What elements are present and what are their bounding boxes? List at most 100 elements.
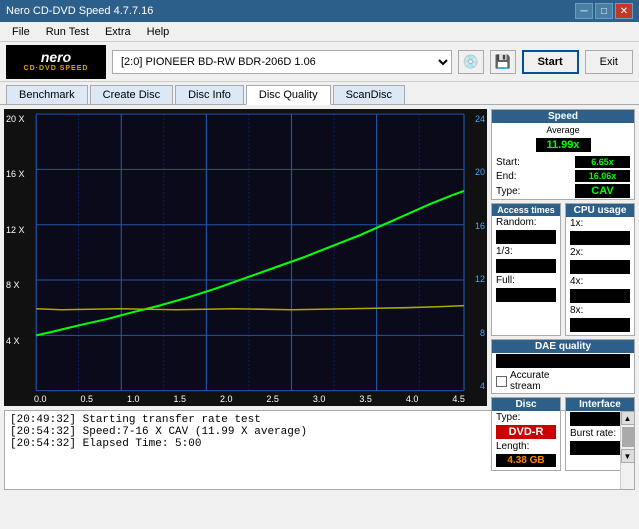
scroll-down-button[interactable]: ▼ xyxy=(621,449,635,463)
random-row: Random: xyxy=(492,216,560,229)
middle-sections: Access times Random: 1/3: Full: xyxy=(491,203,635,336)
log-entry-2: [20:54:32] Elapsed Time: 5:00 xyxy=(10,438,615,450)
scroll-up-button[interactable]: ▲ xyxy=(621,411,635,425)
disc-label: Disc xyxy=(492,398,560,411)
window-title: Nero CD-DVD Speed 4.7.7.16 xyxy=(6,5,153,17)
type-label: Type: xyxy=(496,186,520,197)
right-panel: Speed Average 11.99x Start: 6.65x End: 1… xyxy=(491,105,639,410)
log-text-1: Speed:7-16 X CAV (11.99 X average) xyxy=(83,426,307,438)
full-value xyxy=(496,288,556,302)
menu-run-test[interactable]: Run Test xyxy=(38,24,97,40)
y-label-8: 8 X xyxy=(6,280,30,290)
start-row: Start: 6.65x xyxy=(492,155,634,169)
cpu-8x-row: 8x: xyxy=(566,304,634,317)
x-label-40: 4.0 xyxy=(406,394,419,404)
dae-label: DAE quality xyxy=(492,340,634,353)
drive-selector[interactable]: [2:0] PIONEER BD-RW BDR-206D 1.06 xyxy=(112,50,452,74)
log-entry-0: [20:49:32] Starting transfer rate test xyxy=(10,414,615,426)
start-label: Start: xyxy=(496,157,520,168)
full-row: Full: xyxy=(492,274,560,287)
disc-icon-button[interactable]: 💿 xyxy=(458,50,484,74)
chart-svg xyxy=(4,109,487,406)
maximize-button[interactable]: □ xyxy=(595,3,613,19)
log-scrollbar[interactable]: ▲ ▼ xyxy=(620,411,634,489)
log-text-2: Elapsed Time: 5:00 xyxy=(83,438,202,450)
log-text-0: Starting transfer rate test xyxy=(83,414,261,426)
y-label-16: 16 X xyxy=(6,169,30,179)
start-button[interactable]: Start xyxy=(522,50,579,74)
y-label-12: 12 X xyxy=(6,225,30,235)
cpu-1x-label: 1x: xyxy=(570,218,583,229)
save-icon-button[interactable]: 💾 xyxy=(490,50,516,74)
dae-value xyxy=(496,354,630,368)
random-value xyxy=(496,230,556,244)
cpu-8x-value xyxy=(570,318,630,332)
x-label-05: 0.5 xyxy=(80,394,93,404)
tab-benchmark[interactable]: Benchmark xyxy=(6,85,88,104)
end-value: 16.06x xyxy=(575,170,630,182)
tab-create-disc[interactable]: Create Disc xyxy=(90,85,173,104)
y-right-20: 20 xyxy=(469,167,485,177)
y-right-24: 24 xyxy=(469,114,485,124)
random-label: Random: xyxy=(496,217,537,228)
y-label-4: 4 X xyxy=(6,336,30,346)
x-label-15: 1.5 xyxy=(173,394,186,404)
title-bar: Nero CD-DVD Speed 4.7.7.16 ─ □ ✕ xyxy=(0,0,639,22)
x-label-35: 3.5 xyxy=(359,394,372,404)
average-value: 11.99x xyxy=(536,138,591,152)
one-third-label: 1/3: xyxy=(496,246,513,257)
y-right-12: 12 xyxy=(469,274,485,284)
exit-button[interactable]: Exit xyxy=(585,50,633,74)
cpu-4x-row: 4x: xyxy=(566,275,634,288)
accurate-stream-checkbox[interactable] xyxy=(496,376,507,387)
y-axis-left: 20 X 16 X 12 X 8 X 4 X xyxy=(4,109,32,406)
menu-extra[interactable]: Extra xyxy=(97,24,139,40)
toolbar: nero CD·DVD SPEED [2:0] PIONEER BD-RW BD… xyxy=(0,42,639,82)
one-third-row: 1/3: xyxy=(492,245,560,258)
y-axis-right: 24 20 16 12 8 4 xyxy=(467,109,487,406)
close-button[interactable]: ✕ xyxy=(615,3,633,19)
one-third-value xyxy=(496,259,556,273)
main-content: 20 X 16 X 12 X 8 X 4 X 24 20 16 12 8 4 0… xyxy=(0,105,639,410)
cpu-section: CPU usage 1x: 2x: 4x: xyxy=(565,203,635,336)
cpu-4x-label: 4x: xyxy=(570,276,583,287)
x-axis: 0.0 0.5 1.0 1.5 2.0 2.5 3.0 3.5 4.0 4.5 xyxy=(32,391,467,406)
cpu-4x-value xyxy=(570,289,630,303)
x-label-20: 2.0 xyxy=(220,394,233,404)
tab-disc-info[interactable]: Disc Info xyxy=(175,85,244,104)
log-entry-1: [20:54:32] Speed:7-16 X CAV (11.99 X ave… xyxy=(10,426,615,438)
x-label-30: 3.0 xyxy=(313,394,326,404)
y-right-16: 16 xyxy=(469,221,485,231)
cpu-1x-row: 1x: xyxy=(566,217,634,230)
cpu-8x-label: 8x: xyxy=(570,305,583,316)
tab-scandisc[interactable]: ScanDisc xyxy=(333,85,405,104)
y-right-8: 8 xyxy=(469,328,485,338)
interface-label: Interface xyxy=(566,398,634,411)
minimize-button[interactable]: ─ xyxy=(575,3,593,19)
menu-file[interactable]: File xyxy=(4,24,38,40)
chart-area: 20 X 16 X 12 X 8 X 4 X 24 20 16 12 8 4 0… xyxy=(4,109,487,406)
y-right-4: 4 xyxy=(469,381,485,391)
logo-sub: CD·DVD SPEED xyxy=(24,65,89,73)
average-label: Average xyxy=(492,123,634,137)
speed-label: Speed xyxy=(492,110,634,123)
y-label-20: 20 X xyxy=(6,114,30,124)
accurate-stream-row: Accurate stream xyxy=(492,369,634,393)
start-value: 6.65x xyxy=(575,156,630,168)
type-value: CAV xyxy=(575,184,630,198)
log-time-2: [20:54:32] xyxy=(10,438,76,450)
x-label-25: 2.5 xyxy=(266,394,279,404)
cpu-1x-value xyxy=(570,231,630,245)
window-controls: ─ □ ✕ xyxy=(575,3,633,19)
access-section: Access times Random: 1/3: Full: xyxy=(491,203,561,336)
tab-disc-quality[interactable]: Disc Quality xyxy=(246,85,331,105)
log-time-0: [20:49:32] xyxy=(10,414,76,426)
x-label-10: 1.0 xyxy=(127,394,140,404)
app-logo: nero CD·DVD SPEED xyxy=(6,45,106,79)
cpu-2x-label: 2x: xyxy=(570,247,583,258)
cpu-label: CPU usage xyxy=(566,204,634,217)
menu-help[interactable]: Help xyxy=(139,24,178,40)
scroll-thumb[interactable] xyxy=(622,427,634,447)
end-label: End: xyxy=(496,171,517,182)
speed-section: Speed Average 11.99x Start: 6.65x End: 1… xyxy=(491,109,635,200)
